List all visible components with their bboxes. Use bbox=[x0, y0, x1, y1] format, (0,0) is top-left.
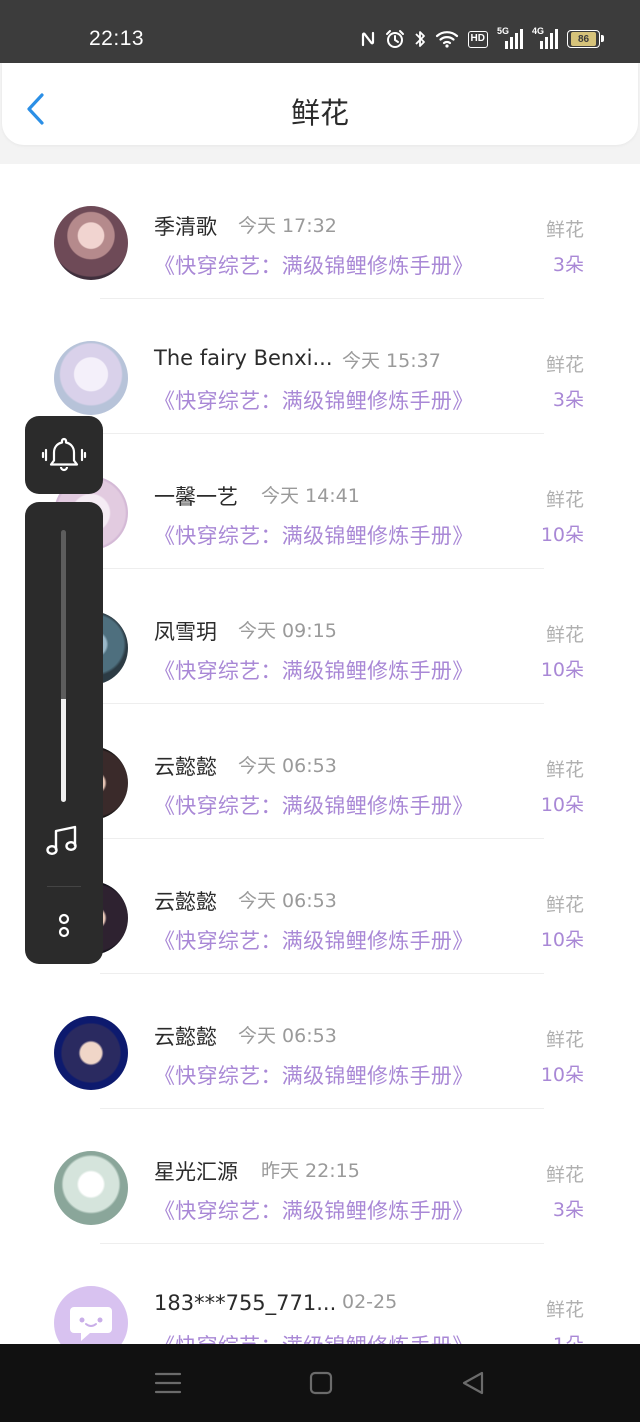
wifi-icon bbox=[435, 30, 459, 48]
music-note-icon bbox=[46, 825, 77, 856]
book-title[interactable]: 《快穿综艺：满级锦鲤修炼手册》 bbox=[154, 1195, 474, 1225]
book-title[interactable]: 《快穿综艺：满级锦鲤修炼手册》 bbox=[154, 925, 474, 955]
signal-5g-icon: 5G bbox=[497, 26, 523, 50]
volume-slider[interactable] bbox=[61, 530, 66, 802]
user-name[interactable]: 凤雪玥 bbox=[154, 616, 217, 646]
book-title[interactable]: 《快穿综艺：满级锦鲤修炼手册》 bbox=[154, 1330, 474, 1344]
book-title[interactable]: 《快穿综艺：满级锦鲤修炼手册》 bbox=[154, 520, 474, 550]
user-name[interactable]: 季清歌 bbox=[154, 211, 217, 241]
gift-count: 10朵 bbox=[540, 1064, 584, 1086]
gift-type: 鲜花 bbox=[545, 1164, 584, 1186]
avatar[interactable] bbox=[54, 206, 128, 280]
avatar[interactable] bbox=[54, 1286, 128, 1344]
book-title[interactable]: 《快穿综艺：满级锦鲤修炼手册》 bbox=[154, 655, 474, 685]
recent-apps-button[interactable] bbox=[153, 1370, 183, 1396]
gift-count: 10朵 bbox=[540, 524, 584, 546]
menu-icon bbox=[154, 1372, 182, 1394]
ringer-mode-button[interactable] bbox=[25, 416, 103, 494]
timestamp: 02-25 bbox=[342, 1291, 398, 1313]
signal-4g-icon: 4G bbox=[532, 26, 558, 50]
timestamp: 今天 06:53 bbox=[238, 755, 337, 777]
triangle-back-icon bbox=[462, 1371, 484, 1395]
battery-level: 86 bbox=[571, 32, 596, 46]
status-bar: 22:13 HD 5G 4G 86 bbox=[0, 0, 640, 63]
gift-type: 鲜花 bbox=[545, 354, 584, 376]
avatar[interactable] bbox=[54, 1016, 128, 1090]
gift-type: 鲜花 bbox=[545, 759, 584, 781]
list-item[interactable]: The fairy Benxi... 今天 15:37 《快穿综艺：满级锦鲤修炼… bbox=[0, 299, 640, 434]
gift-count: 3朵 bbox=[552, 254, 584, 276]
gift-type: 鲜花 bbox=[545, 1029, 584, 1051]
user-name[interactable]: 云懿懿 bbox=[154, 886, 217, 916]
gift-type: 鲜花 bbox=[545, 624, 584, 646]
list-item[interactable]: 云懿懿 今天 06:53 《快穿综艺：满级锦鲤修炼手册》 鲜花 10朵 bbox=[0, 974, 640, 1109]
header-background: 鲜花 bbox=[0, 63, 640, 164]
alarm-icon bbox=[385, 29, 405, 49]
square-icon bbox=[309, 1371, 333, 1395]
header: 鲜花 bbox=[2, 63, 638, 145]
gift-type: 鲜花 bbox=[545, 1299, 584, 1321]
user-name[interactable]: The fairy Benxi... bbox=[154, 346, 333, 370]
book-title[interactable]: 《快穿综艺：满级锦鲤修炼手册》 bbox=[154, 790, 474, 820]
volume-panel bbox=[25, 502, 103, 964]
volume-divider bbox=[47, 886, 81, 887]
default-avatar-icon bbox=[70, 1307, 112, 1341]
user-name[interactable]: 一馨一艺 bbox=[154, 481, 238, 511]
status-icons: HD 5G 4G 86 bbox=[360, 26, 604, 52]
timestamp: 今天 09:15 bbox=[238, 620, 337, 642]
gift-count: 1朵 bbox=[553, 1330, 584, 1344]
gift-count: 10朵 bbox=[540, 659, 584, 681]
battery-icon: 86 bbox=[567, 30, 604, 48]
avatar[interactable] bbox=[54, 341, 128, 415]
timestamp: 昨天 22:15 bbox=[261, 1160, 360, 1182]
gift-count: 3朵 bbox=[552, 389, 584, 411]
timestamp: 今天 17:32 bbox=[238, 215, 337, 237]
user-name[interactable]: 云懿懿 bbox=[154, 751, 217, 781]
timestamp: 今天 15:37 bbox=[342, 350, 441, 372]
bell-vibrate-icon bbox=[41, 437, 87, 472]
page-title: 鲜花 bbox=[290, 96, 349, 130]
list-item[interactable]: 季清歌 今天 17:32 《快穿综艺：满级锦鲤修炼手册》 鲜花 3朵 bbox=[0, 164, 640, 299]
gift-type: 鲜花 bbox=[545, 219, 584, 241]
home-button[interactable] bbox=[306, 1370, 336, 1396]
user-name[interactable]: 星光汇源 bbox=[154, 1156, 238, 1186]
hd-badge: HD bbox=[467, 30, 488, 48]
system-nav-bar bbox=[0, 1344, 640, 1422]
timestamp: 今天 14:41 bbox=[261, 485, 360, 507]
book-title[interactable]: 《快穿综艺：满级锦鲤修炼手册》 bbox=[154, 1060, 474, 1090]
gift-type: 鲜花 bbox=[545, 489, 584, 511]
timestamp: 今天 06:53 bbox=[238, 1025, 337, 1047]
gift-type: 鲜花 bbox=[545, 894, 584, 916]
book-title[interactable]: 《快穿综艺：满级锦鲤修炼手册》 bbox=[154, 250, 474, 280]
user-name[interactable]: 云懿懿 bbox=[154, 1021, 217, 1051]
list-item[interactable]: 183***755_771... 02-25 《快穿综艺：满级锦鲤修炼手册》 鲜… bbox=[0, 1244, 640, 1344]
book-title[interactable]: 《快穿综艺：满级锦鲤修炼手册》 bbox=[154, 385, 474, 415]
user-name[interactable]: 183***755_771... bbox=[154, 1291, 336, 1315]
list-item[interactable]: 星光汇源 昨天 22:15 《快穿综艺：满级锦鲤修炼手册》 鲜花 3朵 bbox=[0, 1109, 640, 1244]
bluetooth-icon bbox=[414, 29, 426, 49]
gift-count: 3朵 bbox=[552, 1199, 584, 1221]
status-time: 22:13 bbox=[89, 27, 145, 50]
timestamp: 今天 06:53 bbox=[238, 890, 337, 912]
back-nav-button[interactable] bbox=[458, 1370, 488, 1396]
volume-slider-fill bbox=[61, 698, 66, 802]
gift-count: 10朵 bbox=[540, 794, 584, 816]
more-options-icon[interactable] bbox=[55, 912, 73, 940]
avatar[interactable] bbox=[54, 1151, 128, 1225]
gift-count: 10朵 bbox=[540, 929, 584, 951]
nfc-icon bbox=[360, 30, 376, 48]
